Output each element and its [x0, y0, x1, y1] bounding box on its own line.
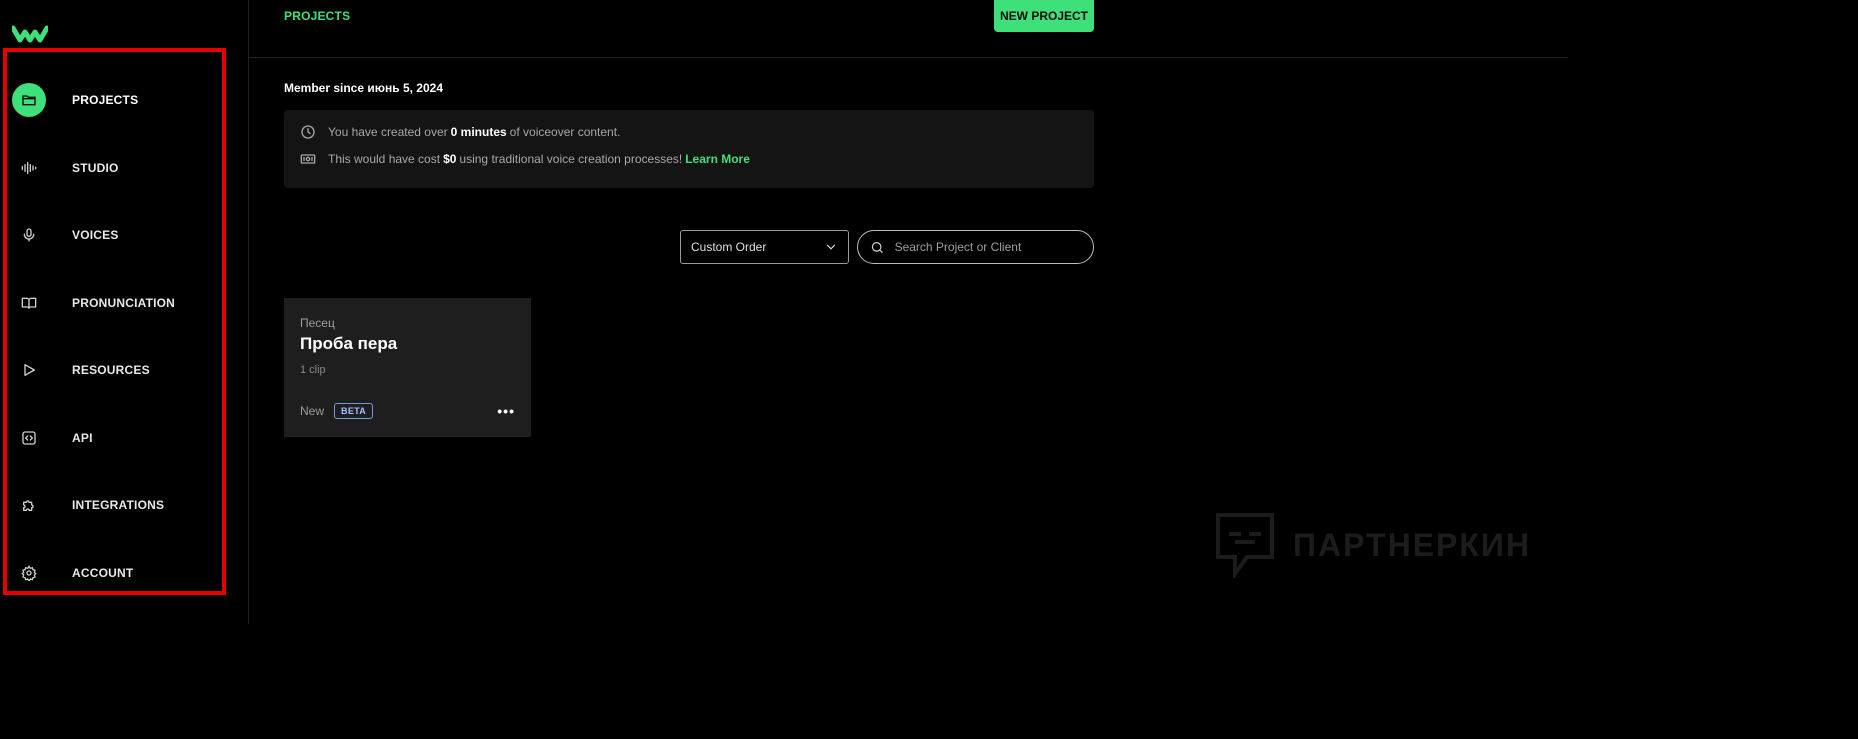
watermark-text: ПАРТНЕРКИН	[1293, 526, 1532, 563]
book-icon	[12, 286, 46, 320]
stats-panel: You have created over 0 minutes of voice…	[284, 110, 1094, 188]
sidebar-item-voices[interactable]: VOICES	[12, 218, 119, 252]
learn-more-link[interactable]: Learn More	[685, 152, 750, 166]
more-options-icon[interactable]: •••	[497, 403, 515, 419]
stat-minutes-prefix: You have created over	[328, 125, 448, 139]
sort-order-value: Custom Order	[691, 240, 767, 254]
stat-minutes-suffix: of voiceover content.	[509, 125, 621, 139]
clock-icon	[301, 125, 315, 139]
sidebar-item-label: ACCOUNT	[72, 566, 134, 580]
project-card[interactable]: Песец Проба пера 1 clip New BETA •••	[284, 298, 531, 437]
search-input[interactable]	[892, 239, 1081, 255]
sidebar-item-projects[interactable]: PROJECTS	[12, 83, 138, 117]
sidebar-item-pronunciation[interactable]: PRONUNCIATION	[12, 286, 175, 320]
project-status: New	[300, 404, 325, 418]
top-bar	[249, 0, 1568, 58]
sidebar-item-label: PRONUNCIATION	[72, 296, 176, 310]
beta-badge: BETA	[334, 403, 374, 419]
project-title: Проба пера	[300, 334, 398, 353]
stat-minutes: You have created over 0 minutes of voice…	[300, 124, 620, 140]
sidebar-item-label: INTEGRATIONS	[72, 498, 165, 512]
gear-icon	[12, 556, 46, 590]
new-project-button[interactable]: NEW PROJECT	[994, 0, 1094, 32]
stat-cost-value: $0	[443, 152, 457, 166]
app-logo[interactable]	[12, 22, 48, 44]
sidebar-item-label: RESOURCES	[72, 363, 150, 377]
breadcrumb[interactable]: PROJECTS	[284, 9, 350, 23]
member-since: Member since июнь 5, 2024	[284, 81, 443, 95]
folder-icon	[12, 83, 46, 117]
sort-order-select[interactable]: Custom Order	[680, 230, 849, 264]
sidebar: PROJECTS STUDIO VOICES PRONUNCIATION RES…	[0, 0, 249, 624]
sidebar-item-label: VOICES	[72, 228, 119, 242]
search-icon	[871, 241, 883, 253]
puzzle-icon	[12, 488, 46, 522]
sidebar-item-account[interactable]: ACCOUNT	[12, 556, 133, 590]
microphone-icon	[12, 218, 46, 252]
stat-minutes-value: 0 minutes	[450, 125, 507, 139]
sidebar-item-api[interactable]: API	[12, 421, 93, 455]
sidebar-item-studio[interactable]: STUDIO	[12, 151, 119, 185]
project-client: Песец	[300, 316, 335, 330]
waveform-icon	[12, 151, 46, 185]
search-box[interactable]	[857, 230, 1094, 264]
project-clip-count: 1 clip	[300, 364, 326, 376]
sidebar-item-label: API	[72, 431, 93, 445]
project-card-footer: New BETA •••	[300, 403, 515, 419]
sidebar-item-resources[interactable]: RESOURCES	[12, 353, 150, 387]
play-icon	[12, 353, 46, 387]
sidebar-item-label: STUDIO	[72, 161, 119, 175]
sidebar-item-integrations[interactable]: INTEGRATIONS	[12, 488, 164, 522]
watermark: ПАРТНЕРКИН	[1215, 512, 1531, 578]
code-icon	[12, 421, 46, 455]
stat-cost: This would have cost $0 using traditiona…	[300, 151, 750, 167]
stat-cost-prefix: This would have cost	[328, 152, 441, 166]
stat-cost-suffix: using traditional voice creation process…	[459, 152, 683, 166]
watermark-logo-icon	[1216, 513, 1274, 578]
sidebar-item-label: PROJECTS	[72, 93, 139, 107]
money-icon	[300, 154, 316, 164]
chevron-down-icon	[826, 244, 836, 250]
